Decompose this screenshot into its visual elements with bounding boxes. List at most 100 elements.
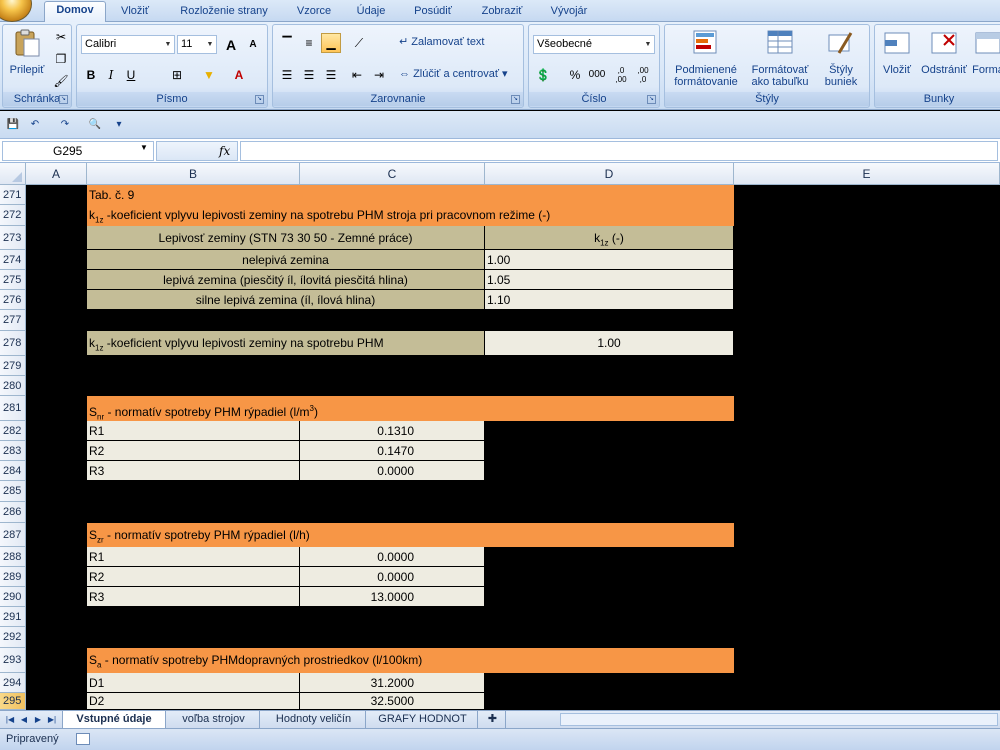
borders-icon[interactable]: ⊞	[167, 65, 187, 85]
table-row-value[interactable]: 1.10	[485, 290, 734, 310]
name-box[interactable]: G295	[2, 141, 154, 161]
row-header[interactable]: 273	[0, 226, 26, 250]
font-size-select[interactable]: 11 ▼	[177, 35, 217, 54]
tab-domov[interactable]: Domov	[44, 1, 106, 23]
coef-result-value[interactable]: 1.00	[485, 331, 734, 356]
sheet-tab-grafy-hodnot[interactable]: GRAFY HODNOT	[368, 711, 478, 728]
table-row-label[interactable]: silne lepivá zemina (íl, ílová hlina)	[87, 290, 485, 310]
number-launcher-icon[interactable]: ↘	[647, 95, 656, 104]
redo-icon[interactable]: ↷	[58, 118, 72, 132]
tab-rozlozenie-strany[interactable]: Rozloženie strany	[166, 3, 282, 22]
row-header[interactable]: 294	[0, 673, 26, 693]
copy-icon[interactable]: ❐	[51, 49, 71, 69]
tab-vzorce[interactable]: Vzorce	[288, 3, 340, 22]
table-row-value[interactable]: 1.05	[485, 270, 734, 290]
number-format-select[interactable]: Všeobecné ▼	[533, 35, 655, 54]
column-header-c[interactable]: C	[300, 163, 485, 185]
save-icon[interactable]: 💾	[6, 118, 20, 132]
row-header[interactable]: 274	[0, 250, 26, 270]
shrink-font-button[interactable]: A	[243, 35, 263, 55]
tab-udaje[interactable]: Údaje	[348, 3, 394, 22]
row-header[interactable]: 282	[0, 421, 26, 441]
worksheet-grid[interactable]: A B C D E 271 272 273 274 275 276 277 27…	[0, 163, 1000, 710]
table-row-value[interactable]: 32.5000	[300, 693, 485, 710]
table-row-value[interactable]: 31.2000	[300, 673, 485, 693]
increase-indent-icon[interactable]: ⇥	[369, 65, 389, 85]
underline-button[interactable]: U	[121, 65, 141, 85]
font-launcher-icon[interactable]: ↘	[255, 95, 264, 104]
table-caption-cell[interactable]: k1z -koeficient vplyvu lepivosti zeminy …	[87, 205, 734, 226]
table-row-value[interactable]: 0.1470	[300, 441, 485, 461]
undo-icon[interactable]: ↶	[28, 118, 42, 132]
align-left-icon[interactable]: ☰	[277, 65, 297, 85]
thousands-button[interactable]: 000	[587, 65, 607, 85]
row-header[interactable]: 275	[0, 270, 26, 290]
column-header-d[interactable]: D	[485, 163, 734, 185]
row-header[interactable]: 276	[0, 290, 26, 310]
row-header[interactable]: 286	[0, 502, 26, 523]
decrease-decimal-button[interactable]: ,00 ,0	[633, 65, 653, 85]
first-sheet-icon[interactable]: |◀	[4, 713, 16, 726]
format-cells-button[interactable]: Formá	[971, 27, 1000, 76]
paste-button[interactable]: Prilepiť	[5, 27, 49, 76]
row-header[interactable]: 288	[0, 547, 26, 567]
row-header[interactable]: 278	[0, 331, 26, 356]
conditional-formatting-button[interactable]: Podmienené formátovanie	[667, 27, 745, 88]
bold-button[interactable]: B	[81, 65, 101, 85]
insert-cells-button[interactable]: Vložiť	[877, 27, 917, 76]
table-row-value[interactable]: 0.0000	[300, 461, 485, 481]
table-row-label[interactable]: nelepivá zemina	[87, 250, 485, 270]
table-row-value[interactable]: 0.1310	[300, 421, 485, 441]
customize-qat-icon[interactable]: ▾	[112, 118, 126, 132]
horizontal-scrollbar[interactable]	[560, 713, 998, 726]
merge-center-button[interactable]: ⇔ Zlúčiť a centrovať ▾	[399, 65, 508, 83]
row-header[interactable]: 289	[0, 567, 26, 587]
select-all-button[interactable]	[0, 163, 26, 185]
format-painter-icon[interactable]: 🖌	[51, 71, 71, 91]
table-row-label[interactable]: R3	[87, 587, 300, 607]
insert-sheet-icon[interactable]: ✚	[480, 711, 506, 728]
sheet-tab-vstupne-udaje[interactable]: Vstupné údaje	[62, 711, 166, 729]
font-name-select[interactable]: Calibri ▼	[81, 35, 175, 54]
alignment-launcher-icon[interactable]: ↘	[511, 95, 520, 104]
insert-function-button[interactable]: fx	[219, 144, 230, 158]
tab-vyvojar[interactable]: Vývojár	[540, 3, 598, 22]
tab-vlozit[interactable]: Vložiť	[112, 3, 158, 22]
record-macro-icon[interactable]	[76, 733, 90, 745]
delete-cells-button[interactable]: Odstrániť	[919, 27, 969, 76]
row-header[interactable]: 290	[0, 587, 26, 607]
fill-color-icon[interactable]: ▼	[199, 65, 219, 85]
section-header-szr[interactable]: Szr - normatív spotreby PHM rýpadiel (l/…	[87, 523, 734, 547]
tab-zobrazit[interactable]: Zobraziť	[470, 3, 534, 22]
row-header[interactable]: 291	[0, 607, 26, 627]
table-row-value[interactable]: 0.0000	[300, 567, 485, 587]
row-header-selected[interactable]: 295	[0, 693, 26, 710]
table-row-value[interactable]: 13.0000	[300, 587, 485, 607]
clipboard-launcher-icon[interactable]: ↘	[59, 95, 68, 104]
table-row-label[interactable]: lepivá zemina (piesčitý íl, ílovitá pies…	[87, 270, 485, 290]
align-top-icon[interactable]: ▔	[277, 33, 297, 53]
coef-result-label[interactable]: k1z -koeficient vplyvu lepivosti zeminy …	[87, 331, 485, 356]
row-header[interactable]: 271	[0, 185, 26, 205]
table-title-cell[interactable]: Tab. č. 9	[87, 185, 734, 205]
cell-styles-button[interactable]: Štýly buniek	[815, 27, 867, 88]
tab-posudit[interactable]: Posúdiť	[404, 3, 462, 22]
table-row-label[interactable]: R1	[87, 421, 300, 441]
increase-decimal-button[interactable]: ,0 ,00	[611, 65, 631, 85]
column-header-b[interactable]: B	[87, 163, 300, 185]
align-center-icon[interactable]: ☰	[299, 65, 319, 85]
section-header-snr[interactable]: Snr - normatív spotreby PHM rýpadiel (l/…	[87, 396, 734, 421]
orientation-icon[interactable]: ⟋	[349, 33, 369, 53]
table-row-label[interactable]: R3	[87, 461, 300, 481]
grow-font-button[interactable]: A	[221, 35, 241, 55]
align-bottom-icon[interactable]: ▁	[321, 33, 341, 53]
header-cell-coef[interactable]: k1z (-)	[485, 226, 734, 250]
align-right-icon[interactable]: ☰	[321, 65, 341, 85]
table-row-value[interactable]: 1.00	[485, 250, 734, 270]
row-header[interactable]: 277	[0, 310, 26, 331]
font-color-icon[interactable]: A	[229, 65, 249, 85]
row-header[interactable]: 285	[0, 481, 26, 502]
table-row-value[interactable]: 0.0000	[300, 547, 485, 567]
table-row-label[interactable]: R1	[87, 547, 300, 567]
sheet-tab-volba-strojov[interactable]: voľba strojov	[168, 711, 260, 728]
